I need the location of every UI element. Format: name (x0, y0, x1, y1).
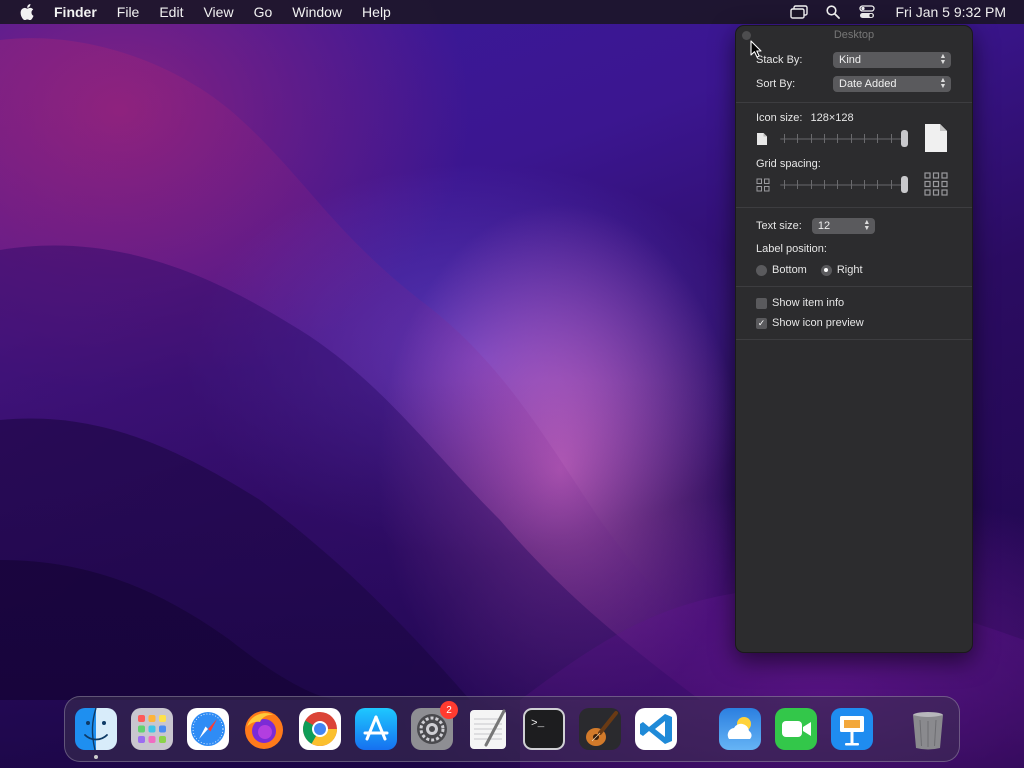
icon-size-label: Icon size: (756, 112, 803, 124)
menu-app-name[interactable]: Finder (52, 0, 107, 24)
slider-tick (877, 180, 879, 189)
slider-tick (824, 180, 825, 189)
chrome-icon[interactable] (298, 707, 342, 751)
slider-tick (810, 180, 812, 189)
desktop-view-options-panel: Desktop Stack By: Kind ▲ ▼ Sort By: Date … (735, 25, 973, 653)
apple-icon[interactable] (18, 3, 36, 21)
text-size-value: 12 (817, 220, 831, 232)
stack-sort-section: Stack By: Kind ▲ ▼ Sort By: Date Added ▲ ▼ (736, 44, 972, 103)
slider-tick (864, 180, 865, 189)
icon-size-slider-knob[interactable] (901, 130, 908, 147)
app-store-icon[interactable] (354, 707, 398, 751)
slider-tick (890, 180, 892, 189)
facetime-icon[interactable] (774, 707, 818, 751)
slider-tick (797, 180, 799, 189)
radio-button[interactable] (756, 264, 767, 276)
launchpad-icon[interactable] (130, 707, 174, 751)
dock: 2 >_ (64, 696, 960, 762)
keynote-icon[interactable] (830, 707, 874, 751)
firefox-icon[interactable] (242, 707, 286, 751)
popup-arrows-icon: ▲ ▼ (939, 77, 947, 90)
mouse-cursor-icon (750, 40, 762, 63)
textedit-icon[interactable] (466, 707, 510, 751)
label-position-bottom-text: Bottom (772, 264, 807, 276)
icon-size-slider[interactable] (780, 138, 908, 140)
menu-file[interactable]: File (107, 0, 150, 24)
menu-view[interactable]: View (193, 0, 243, 24)
safari-icon[interactable] (186, 707, 230, 751)
grid-spacing-slider-knob[interactable] (901, 176, 908, 193)
show-item-info-label: Show item info (772, 297, 845, 309)
menu-help[interactable]: Help (352, 0, 401, 24)
menu-window[interactable]: Window (282, 0, 352, 24)
menu-clock[interactable]: Fri Jan 5 9:32 PM (896, 4, 1007, 20)
size-spacing-section: Icon size: 128×128 Grid spacing: (736, 103, 972, 208)
slider-tick (824, 134, 825, 143)
radio-selected-dot (824, 268, 829, 272)
menu-bar: Finder File Edit View Go Window Help Fri… (0, 0, 1024, 24)
show-icon-preview-checkbox-row[interactable]: ✓ Show icon preview (756, 313, 952, 333)
sort-by-label: Sort By: (756, 78, 796, 90)
vscode-icon[interactable] (634, 707, 678, 751)
control-center-icon[interactable] (856, 3, 878, 21)
slider-tick (850, 134, 852, 143)
grid-spacing-slider[interactable] (780, 184, 908, 186)
notification-badge: 2 (440, 701, 458, 719)
show-item-info-checkbox-row[interactable]: Show item info (756, 293, 952, 313)
small-grid-icon (756, 178, 770, 195)
label-position-bottom-radio[interactable]: Bottom (756, 260, 807, 280)
spotlight-search-icon[interactable] (822, 3, 844, 21)
weather-icon[interactable] (718, 707, 762, 751)
grid-spacing-slider-row (756, 171, 952, 199)
slider-tick (890, 134, 892, 143)
slider-tick (837, 134, 839, 143)
stack-by-popup[interactable]: Kind ▲ ▼ (833, 52, 951, 68)
icon-size-value: 128×128 (810, 112, 854, 124)
slider-tick (784, 134, 785, 143)
slider-tick (850, 180, 852, 189)
show-icon-preview-checkbox[interactable]: ✓ (756, 317, 767, 329)
label-position-label: Label position: (756, 243, 827, 255)
running-indicator (94, 755, 98, 759)
show-item-info-checkbox[interactable] (756, 297, 767, 309)
terminal-prompt: >_ (531, 718, 545, 730)
stack-by-value: Kind (839, 54, 862, 66)
slider-tick (784, 180, 785, 189)
popup-arrows-icon: ▲ ▼ (863, 219, 871, 232)
menu-edit[interactable]: Edit (149, 0, 193, 24)
stack-by-label: Stack By: (756, 54, 803, 66)
close-button[interactable] (742, 31, 751, 40)
terminal-icon[interactable]: >_ (522, 707, 566, 751)
menu-go[interactable]: Go (244, 0, 283, 24)
panel-title: Desktop (833, 29, 875, 41)
radio-button[interactable] (820, 264, 832, 276)
label-position-right-text: Right (836, 264, 863, 276)
text-label-section: Text size: 12 ▲ ▼ Label position: Bottom … (736, 208, 972, 287)
grid-spacing-label: Grid spacing: (756, 158, 821, 170)
small-document-icon (756, 132, 768, 149)
slider-tick (837, 180, 839, 189)
system-settings-icon[interactable]: 2 (410, 701, 458, 751)
text-size-popup[interactable]: 12 ▲ ▼ (811, 218, 875, 234)
garageband-icon[interactable] (578, 707, 622, 751)
slider-tick (797, 134, 799, 143)
large-grid-icon (924, 172, 948, 199)
large-document-icon (924, 123, 948, 156)
show-icon-preview-label: Show icon preview (772, 317, 864, 329)
label-position-right-radio[interactable]: Right (820, 260, 863, 280)
popup-arrows-icon: ▲ ▼ (939, 53, 947, 66)
trash-icon[interactable] (906, 707, 950, 751)
preview-options-section: Show item info ✓ Show icon preview (736, 287, 972, 340)
text-size-label: Text size: (756, 220, 802, 232)
slider-tick (864, 134, 865, 143)
sort-by-popup[interactable]: Date Added ▲ ▼ (833, 76, 951, 92)
finder-icon[interactable] (74, 707, 118, 759)
screen-mirroring-icon[interactable] (788, 3, 810, 21)
sort-by-value: Date Added (839, 78, 897, 90)
icon-size-slider-row (756, 123, 952, 156)
panel-titlebar[interactable]: Desktop (736, 26, 972, 44)
slider-tick (810, 134, 812, 143)
slider-tick (877, 134, 879, 143)
